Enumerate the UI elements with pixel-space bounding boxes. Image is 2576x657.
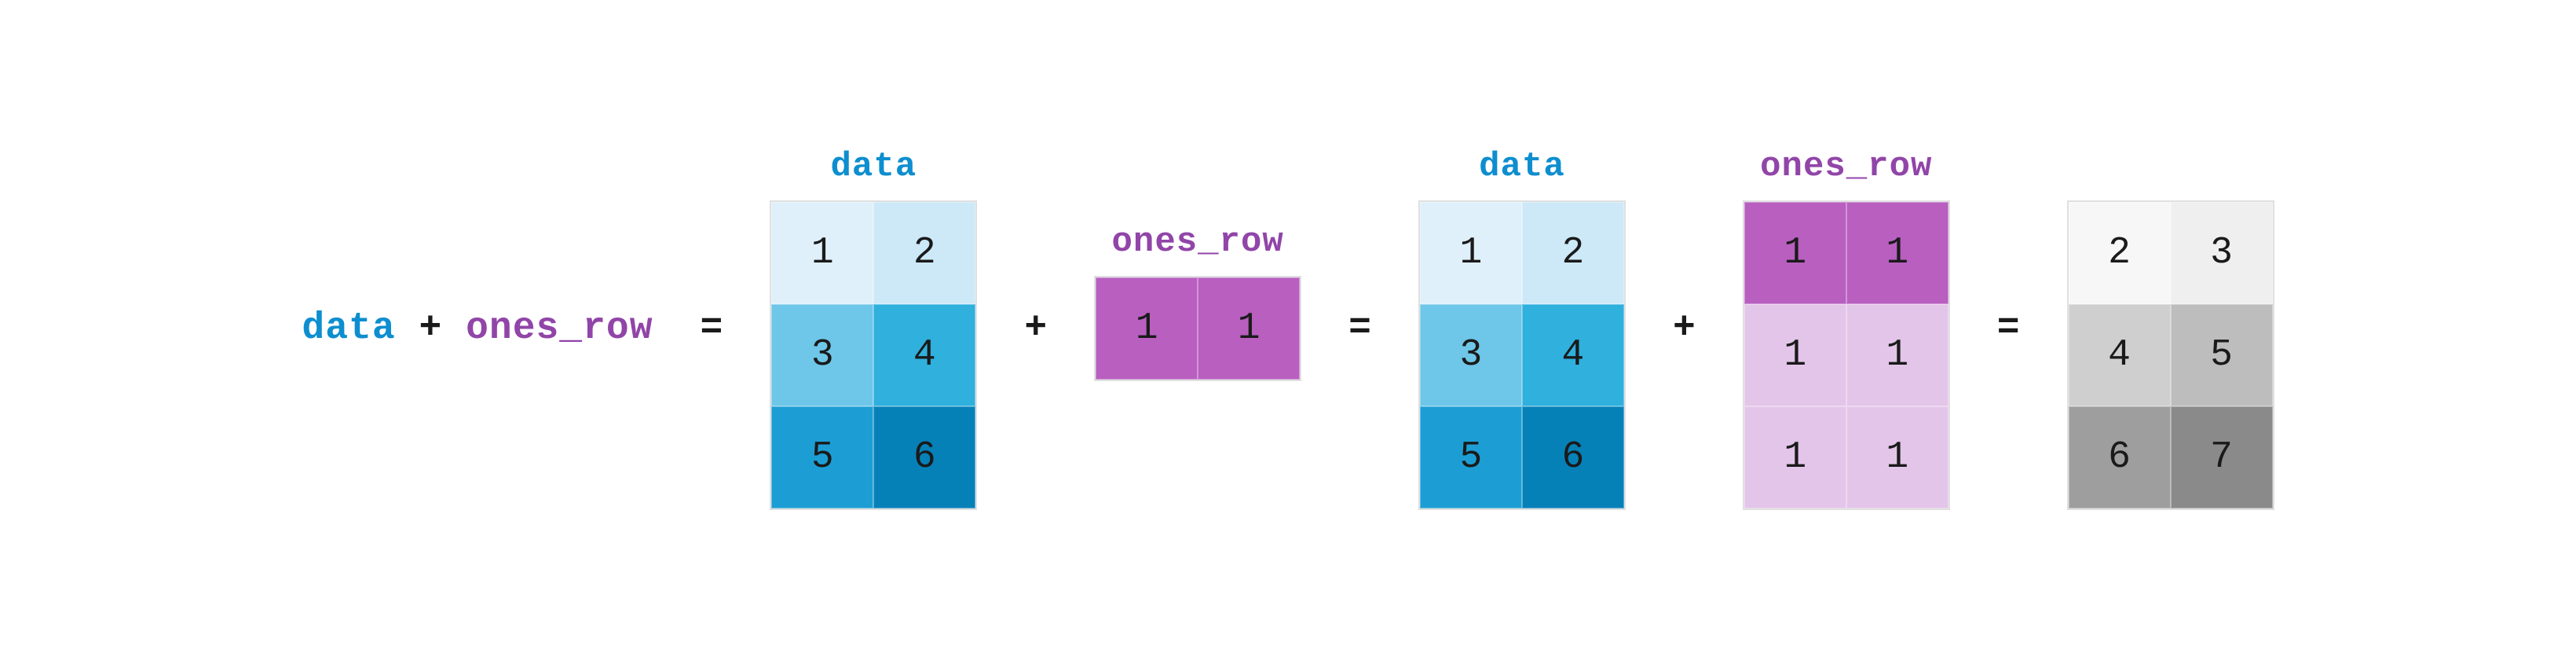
data-matrix-1: 1 2 3 4 5 6 <box>770 200 977 510</box>
result-matrix-block: . 2 3 4 5 6 7 <box>2067 147 2274 510</box>
plus-1: + <box>1024 307 1047 350</box>
onesbc-cell: 1 <box>1744 406 1846 508</box>
data1-cell: 3 <box>771 304 873 406</box>
equals-2: = <box>1348 307 1371 350</box>
ones1-cell: 1 <box>1198 277 1300 380</box>
result-cell: 7 <box>2171 406 2273 508</box>
data2-cell: 5 <box>1420 406 1522 508</box>
data-matrix-block-1: data 1 2 3 4 5 6 <box>770 147 977 510</box>
data-matrix-block-2: data 1 2 3 4 5 6 <box>1418 147 1626 510</box>
plus-2: + <box>1673 307 1696 350</box>
onesbc-cell: 1 <box>1846 202 1948 304</box>
data1-cell: 5 <box>771 406 873 508</box>
ones1-cell: 1 <box>1096 277 1198 380</box>
ones-row-block-1: ones_row 1 1 <box>1094 222 1301 435</box>
data1-cell: 1 <box>771 202 873 304</box>
expression-text: data + ones_row <box>302 307 653 350</box>
ones-label-1: ones_row <box>1112 222 1284 262</box>
ones-row-broadcast-block: ones_row 1 1 1 1 1 1 <box>1743 147 1950 510</box>
result-matrix: 2 3 4 5 6 7 <box>2067 200 2274 510</box>
expr-data-label: data <box>302 307 395 350</box>
data2-cell: 4 <box>1522 304 1624 406</box>
ones-label-2: ones_row <box>1760 147 1932 186</box>
expr-ones-label: ones_row <box>466 307 653 350</box>
ones-row-broadcast-matrix: 1 1 1 1 1 1 <box>1743 200 1950 510</box>
equals-3: = <box>1997 307 2020 350</box>
data2-cell: 6 <box>1522 406 1624 508</box>
expr-plus: + <box>419 307 442 350</box>
data-label-2: data <box>1479 147 1565 186</box>
result-cell: 2 <box>2069 202 2171 304</box>
result-cell: 3 <box>2171 202 2273 304</box>
onesbc-cell: 1 <box>1846 406 1948 508</box>
result-cell: 5 <box>2171 304 2273 406</box>
data1-cell: 2 <box>873 202 975 304</box>
onesbc-cell: 1 <box>1744 202 1846 304</box>
result-cell: 4 <box>2069 304 2171 406</box>
data1-cell: 6 <box>873 406 975 508</box>
data2-cell: 1 <box>1420 202 1522 304</box>
data2-cell: 3 <box>1420 304 1522 406</box>
onesbc-cell: 1 <box>1744 304 1846 406</box>
equals-1: = <box>701 307 723 350</box>
broadcasting-diagram: data + ones_row = data 1 2 3 4 5 6 + one… <box>302 147 2274 510</box>
data-label-1: data <box>831 147 917 186</box>
data1-cell: 4 <box>873 304 975 406</box>
ones-row-matrix-1: 1 1 <box>1094 276 1301 381</box>
data-matrix-2: 1 2 3 4 5 6 <box>1418 200 1626 510</box>
data2-cell: 2 <box>1522 202 1624 304</box>
onesbc-cell: 1 <box>1846 304 1948 406</box>
result-cell: 6 <box>2069 406 2171 508</box>
